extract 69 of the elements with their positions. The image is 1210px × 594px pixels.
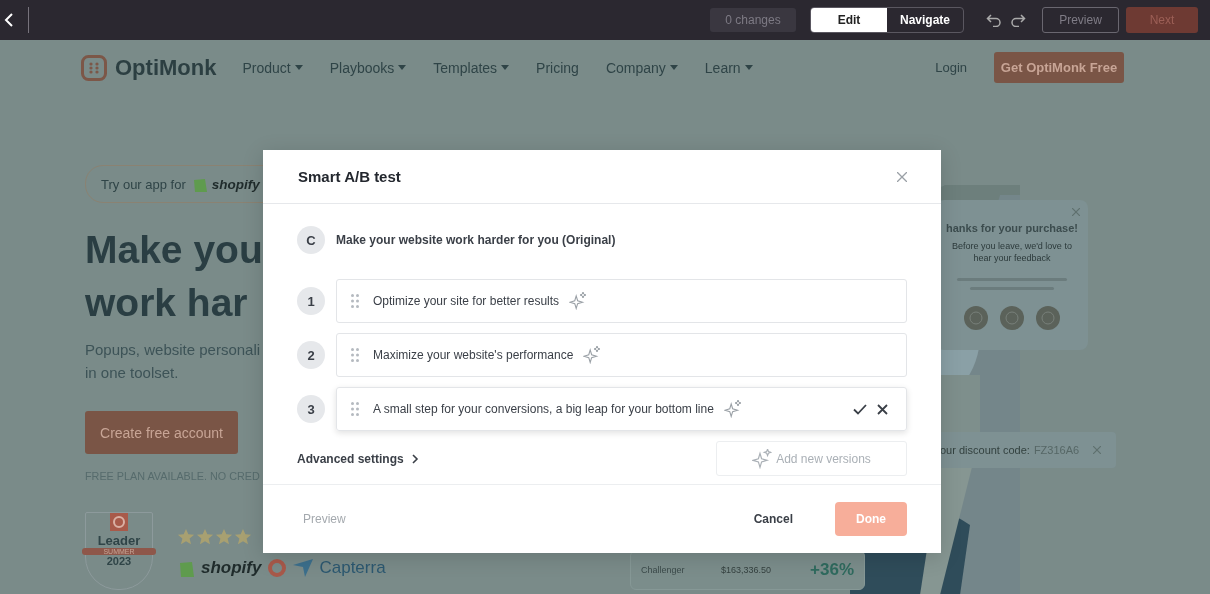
login-link[interactable]: Login	[935, 60, 967, 75]
mode-tab[interactable]: Navigate	[887, 8, 963, 32]
sparkle-icon[interactable]	[723, 400, 742, 418]
face-icon	[1000, 306, 1024, 330]
nav-item[interactable]: Pricing	[536, 59, 579, 76]
close-icon	[1072, 208, 1080, 216]
app-badge-text: Try our app for	[101, 176, 186, 192]
feedback-text: Before you leave, we'd love to hear your feedback	[951, 240, 1073, 264]
brand-name: shopify	[211, 176, 260, 192]
nav-item[interactable]: Learn	[704, 59, 753, 76]
sparkle-icon[interactable]	[569, 292, 588, 310]
sparkle-icon	[752, 448, 773, 469]
drag-handle-icon[interactable]	[351, 348, 359, 362]
chevron-right-icon[interactable]	[411, 453, 419, 464]
undo-icon[interactable]	[986, 13, 1002, 27]
face-icon	[1036, 306, 1060, 330]
face-icon	[964, 306, 988, 330]
caret-icon[interactable]	[669, 65, 678, 70]
star-icon	[215, 528, 233, 546]
original-version-text: Make your website work harder for you (Original)	[336, 233, 616, 247]
logo-icon	[81, 54, 107, 81]
sparkle-icon[interactable]	[583, 346, 602, 364]
get-free-button[interactable]: Get OptiMonk Free	[994, 52, 1124, 83]
hero-heading: Make you work har	[85, 227, 263, 326]
discount-label: our discount code:	[940, 444, 1030, 456]
version-marker: 1	[297, 287, 325, 315]
cancel-button[interactable]: Cancel	[747, 511, 799, 527]
preview-button[interactable]: Preview	[1042, 7, 1119, 33]
stat-change: +36%	[810, 560, 854, 580]
nav-item[interactable]: Playbooks	[329, 59, 407, 76]
close-icon[interactable]	[877, 403, 888, 415]
hero-subtitle: Popups, website personali in one toolset.	[85, 340, 262, 383]
g-logo-icon	[267, 558, 288, 578]
add-versions-button[interactable]: Add new versions	[716, 441, 907, 476]
drag-handle-icon[interactable]	[351, 294, 359, 308]
star-icon	[234, 528, 252, 546]
arrow-logo-icon	[293, 559, 314, 577]
close-icon	[1093, 446, 1102, 454]
g-logo-icon	[110, 513, 128, 531]
check-icon[interactable]	[853, 403, 867, 415]
nav-item[interactable]: Templates	[433, 59, 510, 76]
stat-value: $163,336.50	[721, 565, 773, 575]
mode-tab[interactable]: Edit	[811, 8, 887, 32]
caret-icon[interactable]	[398, 65, 407, 70]
feedback-title: hanks for your purchase!	[945, 222, 1078, 234]
brand-name: Capterra	[319, 558, 386, 578]
version-marker: C	[297, 226, 325, 254]
create-account-button[interactable]: Create free account	[85, 411, 238, 454]
changes-button[interactable]: 0 changes	[710, 8, 796, 32]
version-field[interactable]: A small step for your conversions, a big leap for your bottom line	[336, 387, 907, 431]
caret-icon[interactable]	[744, 65, 753, 70]
version-field[interactable]: Optimize your site for better results	[336, 279, 907, 323]
brand-name: shopify	[201, 558, 262, 578]
version-marker: 3	[297, 395, 325, 423]
star-icon	[196, 528, 214, 546]
nav-item[interactable]: Product	[242, 59, 303, 76]
preview-link[interactable]: Preview	[303, 512, 346, 526]
caret-icon[interactable]	[501, 65, 510, 70]
nav-item[interactable]: Company	[605, 59, 678, 76]
redo-icon[interactable]	[1010, 13, 1026, 27]
star-icon	[177, 528, 195, 546]
version-marker: 2	[297, 341, 325, 369]
caret-icon[interactable]	[294, 65, 303, 70]
drag-handle-icon[interactable]	[351, 402, 359, 416]
advanced-settings-link[interactable]: Advanced settings	[297, 451, 419, 466]
back-icon[interactable]	[4, 13, 14, 27]
version-field[interactable]: Maximize your website's performance	[336, 333, 907, 377]
site-logo[interactable]: OptiMonk	[115, 54, 217, 81]
stat-label: Challenger	[641, 565, 686, 575]
